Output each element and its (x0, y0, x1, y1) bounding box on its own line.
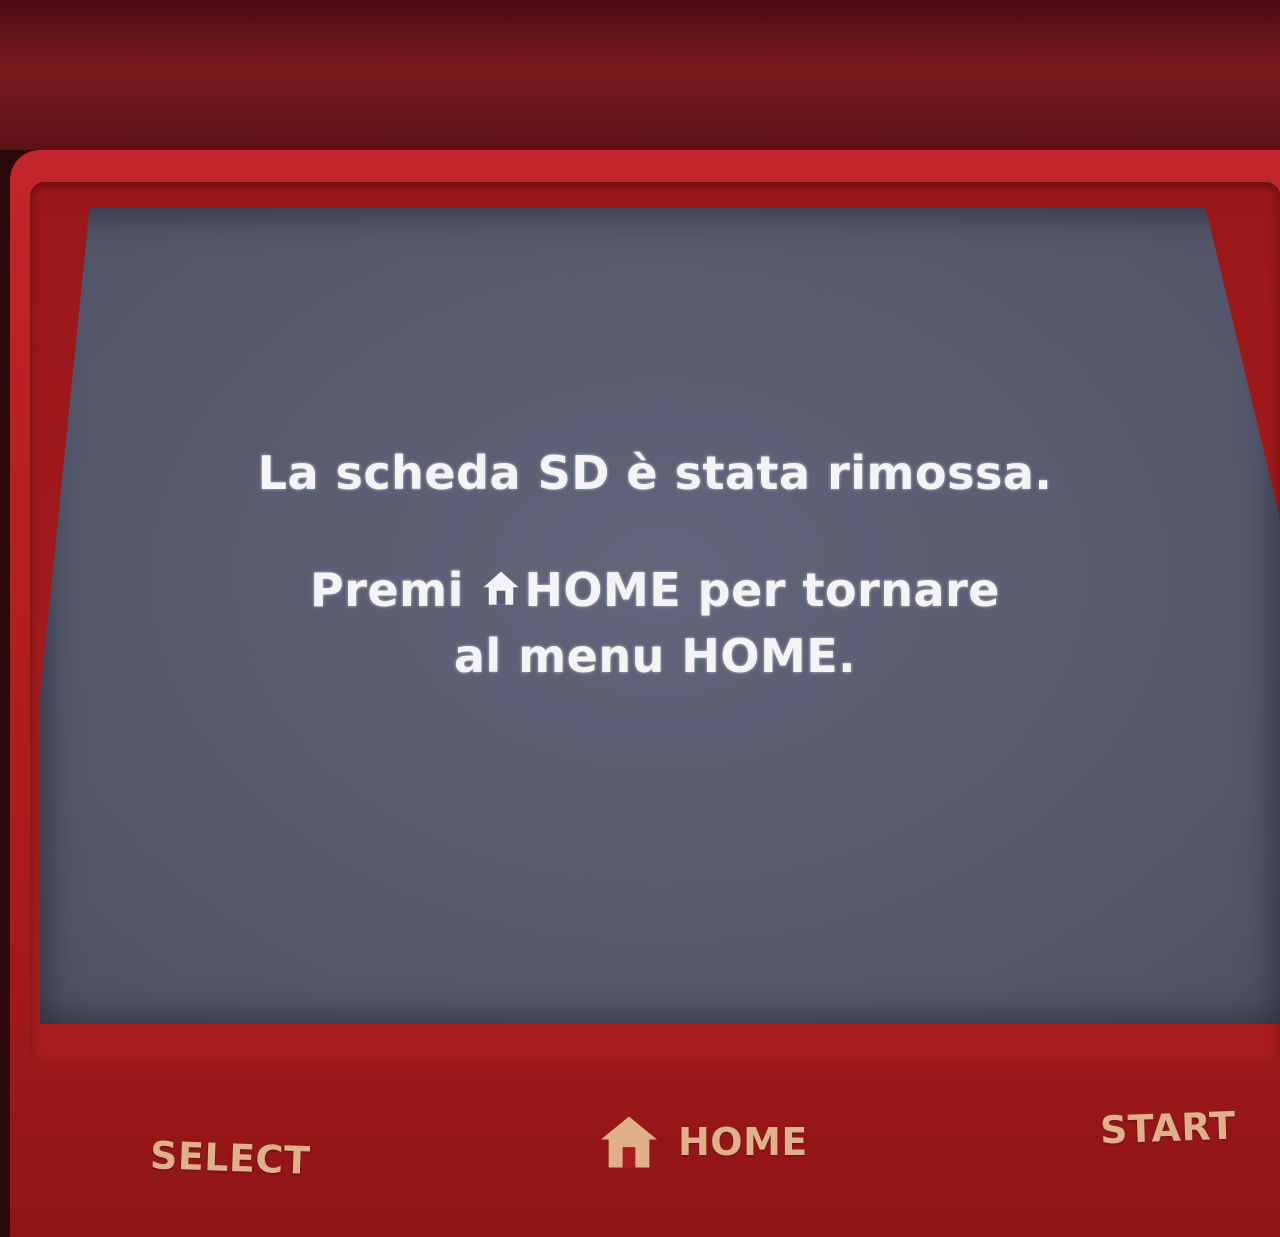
system-buttons: SELECT HOME START (0, 1090, 1280, 1200)
home-icon (483, 571, 519, 605)
home-button[interactable]: HOME (598, 1114, 808, 1170)
instruction-prefix: Premi (310, 562, 481, 617)
home-button-label: HOME (678, 1120, 808, 1164)
error-message: La scheda SD è stata rimossa. Premi HOME… (80, 440, 1230, 690)
home-icon (601, 1116, 657, 1168)
top-shell (0, 0, 1280, 150)
sd-removed-text: La scheda SD è stata rimossa. (257, 446, 1053, 500)
instruction-line-2: al menu HOME. (453, 629, 857, 684)
instruction-suffix: HOME per tornare (524, 562, 1000, 617)
3ds-device: La scheda SD è stata rimossa. Premi HOME… (0, 0, 1280, 1237)
instruction-line: Premi HOME per tornare (80, 557, 1230, 624)
start-button[interactable]: START (1099, 1104, 1236, 1153)
select-button[interactable]: SELECT (149, 1133, 311, 1183)
